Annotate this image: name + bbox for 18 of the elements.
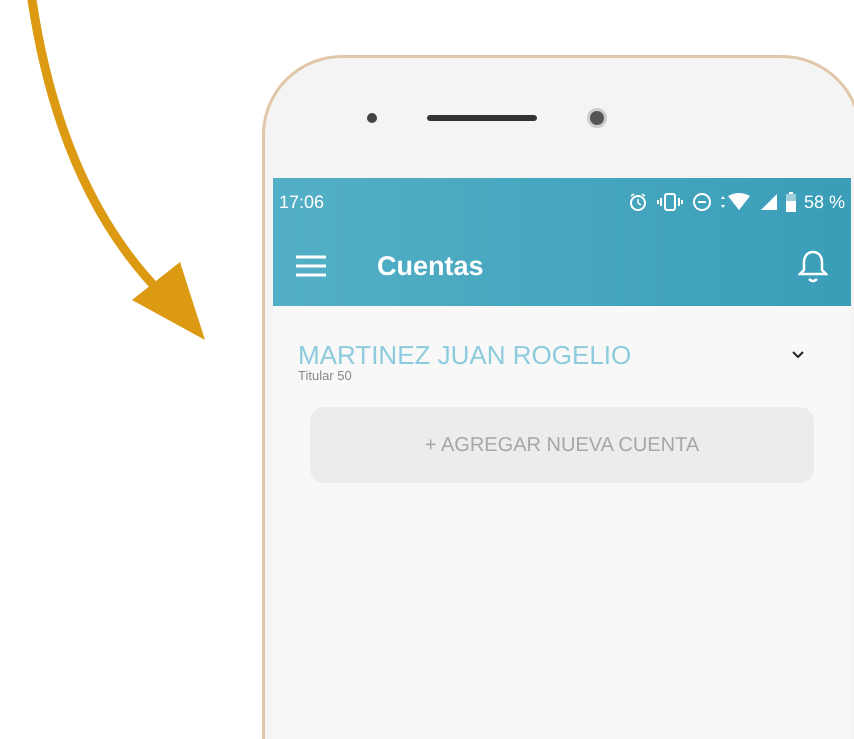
alarm-icon xyxy=(628,192,648,212)
menu-icon xyxy=(296,255,326,277)
status-time: 17:06 xyxy=(279,190,324,214)
sensor-icon xyxy=(367,113,377,123)
account-subtitle: Titular 50 xyxy=(298,369,353,383)
account-holder-name: MARTINEZ JUAN ROGELIO xyxy=(298,341,632,369)
camera-icon xyxy=(587,108,607,128)
bell-icon xyxy=(798,249,828,283)
signal-icon xyxy=(760,193,778,211)
notifications-button[interactable] xyxy=(797,248,829,284)
battery-icon xyxy=(786,192,796,212)
wifi-icon xyxy=(720,193,752,211)
do-not-disturb-icon xyxy=(692,192,712,212)
battery-percentage: 58 % xyxy=(804,190,845,214)
app-title: Cuentas xyxy=(377,250,484,283)
vibrate-icon xyxy=(656,193,684,211)
speaker-icon xyxy=(427,115,537,121)
chevron-icon xyxy=(792,351,804,359)
